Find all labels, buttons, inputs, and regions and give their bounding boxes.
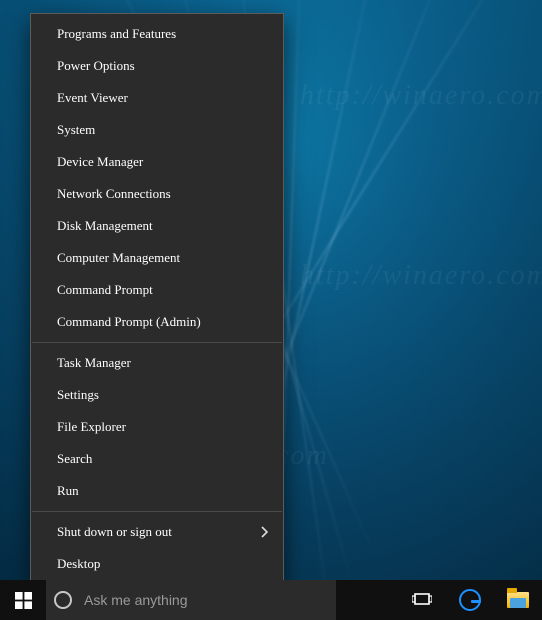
edge-button[interactable]	[446, 580, 494, 620]
winx-item-label: Shut down or sign out	[57, 524, 172, 540]
winx-item-device-manager[interactable]: Device Manager	[31, 146, 283, 178]
winx-item-label: Disk Management	[57, 218, 153, 234]
winx-item-desktop[interactable]: Desktop	[31, 548, 283, 580]
winx-item-label: Network Connections	[57, 186, 171, 202]
edge-icon	[459, 589, 481, 611]
winx-item-label: Power Options	[57, 58, 135, 74]
winx-item-command-prompt-admin[interactable]: Command Prompt (Admin)	[31, 306, 283, 338]
winx-item-file-explorer[interactable]: File Explorer	[31, 411, 283, 443]
winx-menu: Programs and Features Power Options Event …	[30, 13, 284, 585]
winx-item-label: Search	[57, 451, 92, 467]
winx-item-network-connections[interactable]: Network Connections	[31, 178, 283, 210]
task-view-icon	[412, 593, 432, 607]
winx-item-label: Computer Management	[57, 250, 180, 266]
winx-item-label: Desktop	[57, 556, 100, 572]
winx-item-event-viewer[interactable]: Event Viewer	[31, 82, 283, 114]
winx-item-disk-management[interactable]: Disk Management	[31, 210, 283, 242]
winx-item-programs-and-features[interactable]: Programs and Features	[31, 18, 283, 50]
menu-separator	[32, 511, 282, 512]
task-view-button[interactable]	[398, 580, 446, 620]
winx-item-label: Command Prompt	[57, 282, 153, 298]
file-explorer-button[interactable]	[494, 580, 542, 620]
winx-item-system[interactable]: System	[31, 114, 283, 146]
winx-item-label: Run	[57, 483, 79, 499]
search-box[interactable]	[46, 580, 336, 620]
winx-item-label: Task Manager	[57, 355, 131, 371]
winx-item-label: File Explorer	[57, 419, 126, 435]
cortana-icon	[54, 591, 72, 609]
winx-item-computer-management[interactable]: Computer Management	[31, 242, 283, 274]
winx-item-label: Programs and Features	[57, 26, 176, 42]
winx-item-label: Device Manager	[57, 154, 143, 170]
start-button[interactable]	[0, 580, 46, 620]
chevron-right-icon	[261, 526, 269, 538]
watermark-text: http://winaero.com	[300, 80, 542, 112]
watermark-text: http://winaero.com	[300, 260, 542, 292]
taskbar	[0, 580, 542, 620]
winx-item-task-manager[interactable]: Task Manager	[31, 347, 283, 379]
winx-item-label: Event Viewer	[57, 90, 128, 106]
start-icon	[15, 592, 32, 609]
winx-item-label: Command Prompt (Admin)	[57, 314, 201, 330]
winx-item-search[interactable]: Search	[31, 443, 283, 475]
winx-item-settings[interactable]: Settings	[31, 379, 283, 411]
search-input[interactable]	[82, 591, 330, 609]
winx-item-command-prompt[interactable]: Command Prompt	[31, 274, 283, 306]
menu-separator	[32, 342, 282, 343]
winx-item-power-options[interactable]: Power Options	[31, 50, 283, 82]
winx-item-label: System	[57, 122, 95, 138]
winx-item-shut-down-or-sign-out[interactable]: Shut down or sign out	[31, 516, 283, 548]
file-explorer-icon	[507, 592, 529, 608]
winx-item-label: Settings	[57, 387, 99, 403]
winx-item-run[interactable]: Run	[31, 475, 283, 507]
